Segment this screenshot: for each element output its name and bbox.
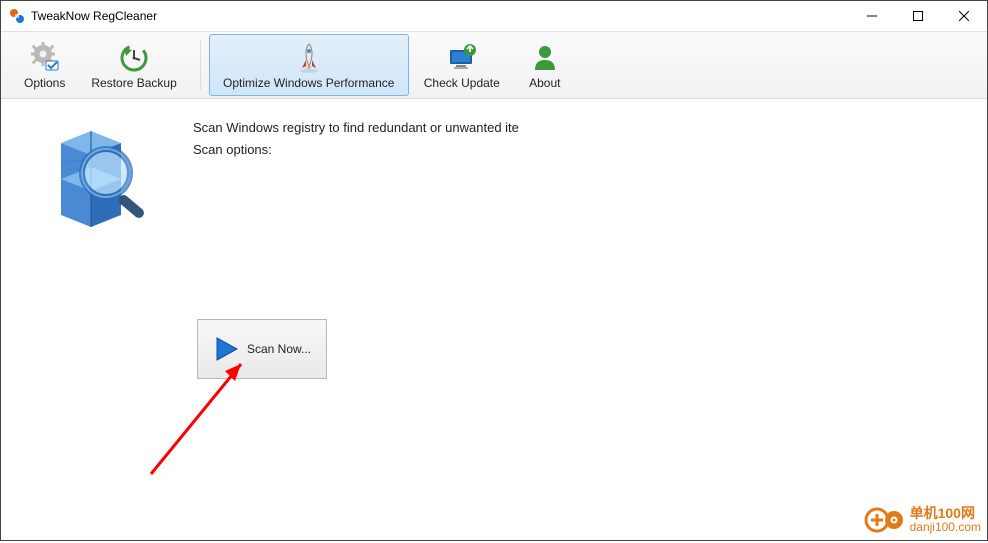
options-button[interactable]: Options [13,34,76,96]
window-title: TweakNow RegCleaner [31,9,157,23]
options-label: Options [24,76,65,90]
description-text: Scan Windows registry to find redundant … [193,117,519,161]
titlebar: TweakNow RegCleaner [1,1,987,31]
person-icon [529,42,561,74]
close-button[interactable] [941,1,987,31]
titlebar-left: TweakNow RegCleaner [9,8,157,24]
minimize-button[interactable] [849,1,895,31]
toolbar-separator [200,40,201,90]
update-icon [446,42,478,74]
content-area: Scan Windows registry to find redundant … [1,99,987,542]
restore-icon [118,42,150,74]
toolbar: Options Restore Backup Opti [1,31,987,99]
restore-label: Restore Backup [91,76,176,90]
about-label: About [529,76,560,90]
about-button[interactable]: About [515,34,575,96]
gear-icon [29,42,61,74]
check-update-button[interactable]: Check Update [413,34,511,96]
restore-backup-button[interactable]: Restore Backup [80,34,187,96]
watermark-icon [864,500,904,540]
scan-now-label: Scan Now... [247,342,311,356]
window-controls [849,1,987,31]
app-icon [9,8,25,24]
watermark-line-2: danji100.com [910,520,981,534]
optimize-label: Optimize Windows Performance [223,76,394,90]
description-line-1: Scan Windows registry to find redundant … [193,117,519,139]
description-line-2: Scan options: [193,139,519,161]
maximize-button[interactable] [895,1,941,31]
optimize-windows-button[interactable]: Optimize Windows Performance [209,34,409,96]
rocket-icon [293,42,325,74]
watermark: 单机100网 danji100.com [864,500,981,540]
update-label: Check Update [424,76,500,90]
play-icon [213,336,239,362]
registry-scan-icon [31,113,151,233]
watermark-line-1: 单机100网 [910,506,981,520]
scan-now-button[interactable]: Scan Now... [197,319,327,379]
